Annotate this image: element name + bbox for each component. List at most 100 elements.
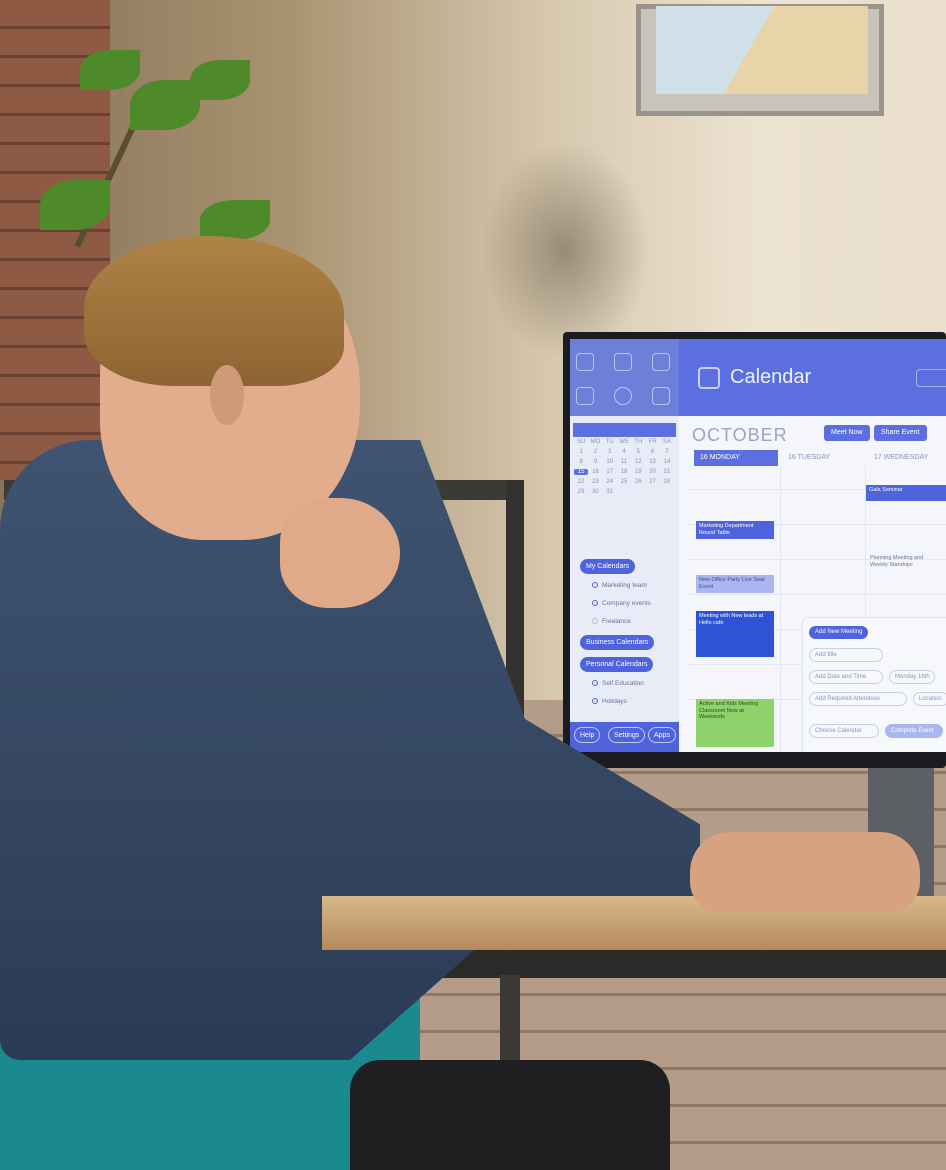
- bonsai-leaf: [200, 200, 270, 240]
- calendar-item-label: Marketing team: [602, 582, 647, 589]
- phone-icon[interactable]: [614, 387, 632, 405]
- mini-calendar-day[interactable]: 28: [660, 479, 674, 485]
- mini-calendar-day[interactable]: 1: [574, 449, 588, 455]
- add-new-meeting-button[interactable]: Add New Meeting: [809, 626, 869, 639]
- mini-calendar-day[interactable]: 10: [603, 459, 617, 465]
- mini-calendar-day[interactable]: 3: [603, 449, 617, 455]
- mini-calendar-day[interactable]: 15: [574, 469, 589, 475]
- calendar-item-self-education[interactable]: Self Education: [592, 680, 644, 687]
- help-button[interactable]: Help: [574, 727, 601, 743]
- share-event-button[interactable]: Share Event: [874, 425, 927, 441]
- mini-calendar-day[interactable]: 26: [631, 479, 645, 485]
- people-icon[interactable]: [614, 353, 632, 371]
- mini-calendar-day[interactable]: 27: [645, 479, 659, 485]
- calendar-item-freelance[interactable]: Freelance: [592, 618, 631, 625]
- message-icon[interactable]: [652, 387, 670, 405]
- mail-icon[interactable]: [576, 353, 594, 371]
- date-value[interactable]: Monday 16th: [889, 670, 935, 684]
- mini-calendar-day[interactable]: 17: [603, 469, 617, 475]
- weekday-label: SU: [576, 439, 586, 445]
- day-divider: [780, 466, 781, 752]
- event-planning[interactable]: Planning Meeting and Weekly Standups: [870, 555, 940, 569]
- mini-calendar-day[interactable]: 31: [603, 489, 617, 495]
- title-field[interactable]: Add title: [809, 648, 883, 662]
- mini-calendar-day[interactable]: 12: [631, 459, 645, 465]
- calendar-item-label: Company events: [602, 600, 651, 607]
- day-header-wednesday[interactable]: 17 WEDNESDAY: [868, 450, 946, 466]
- calendar-item-label: Holidays: [602, 698, 627, 705]
- mini-calendar-day[interactable]: 14: [660, 459, 674, 465]
- mini-calendar-day[interactable]: 30: [588, 489, 602, 495]
- event-new-leads[interactable]: Meeting with New leads at Hello cafe: [696, 611, 774, 657]
- hand-on-mouse: [690, 832, 920, 912]
- weekday-label: MO: [590, 439, 601, 445]
- mini-calendar-day[interactable]: 21: [660, 469, 674, 475]
- mini-calendar-day[interactable]: 11: [617, 459, 631, 465]
- mini-calendar-day[interactable]: 20: [645, 469, 659, 475]
- choose-calendar-button[interactable]: Choose Calendar: [809, 724, 879, 738]
- mini-calendar-day[interactable]: 4: [617, 449, 631, 455]
- attendees-field[interactable]: Add Required Attendees: [809, 692, 907, 706]
- month-title: OCTOBER: [692, 425, 788, 445]
- ear: [210, 365, 244, 425]
- mini-calendar-day[interactable]: 29: [574, 489, 588, 495]
- calendar-item-holidays[interactable]: Holidays: [592, 698, 627, 705]
- my-calendars-toggle[interactable]: My Calendars: [580, 559, 636, 574]
- event-office-party[interactable]: New Office Party Live Seat Event: [696, 575, 774, 593]
- mini-calendar-day[interactable]: 19: [631, 469, 645, 475]
- calendar-item-marketing[interactable]: Marketing team: [592, 582, 647, 589]
- radio-icon: [592, 582, 598, 589]
- mini-calendar[interactable]: SU MO TU WE TH FR SA 1 2 3 4 5 6 7 8 9 10 11 12 13 14 15 16 17 1…: [574, 439, 674, 495]
- weekday-label: SA: [662, 439, 671, 445]
- radio-icon: [592, 680, 598, 687]
- event-marketing[interactable]: Marketing Department Round Table: [696, 521, 774, 539]
- meet-now-button[interactable]: Meet Now: [824, 425, 870, 441]
- calendar-item-company[interactable]: Company events: [592, 600, 651, 607]
- weekday-label: FR: [648, 439, 657, 445]
- event-gala[interactable]: Gala Seminar: [866, 485, 946, 501]
- mini-calendar-day[interactable]: 16: [588, 469, 602, 475]
- picture-frame-art: [656, 6, 868, 94]
- new-meeting-form: Add New Meeting Add title Add Date and T…: [802, 617, 946, 752]
- chat-icon[interactable]: [576, 387, 594, 405]
- search-icon[interactable]: [916, 369, 946, 387]
- personal-calendars-toggle[interactable]: Personal Calendars: [580, 657, 654, 672]
- mini-calendar-day[interactable]: 22: [574, 479, 588, 485]
- radio-icon: [592, 600, 598, 607]
- mini-calendar-day[interactable]: 6: [645, 449, 659, 455]
- hour-line: [688, 594, 946, 595]
- weekday-label: TU: [605, 439, 614, 445]
- mini-calendar-day[interactable]: 2: [588, 449, 602, 455]
- mini-calendar-day[interactable]: 13: [645, 459, 659, 465]
- mini-calendar-day[interactable]: 5: [631, 449, 645, 455]
- photo-scene: Calendar SU MO TU WE TH FR SA 1 2 3 4 5 6 7 8 9 10 11 12 13…: [0, 0, 946, 1170]
- mini-calendar-day[interactable]: 25: [617, 479, 631, 485]
- trousers: [350, 1060, 670, 1170]
- business-calendars-toggle[interactable]: Business Calendars: [580, 635, 655, 650]
- mini-calendar-day[interactable]: 8: [574, 459, 588, 465]
- weekday-label: WE: [619, 439, 629, 445]
- calendar-item-label: Self Education: [602, 680, 644, 687]
- mini-calendar-day[interactable]: 7: [660, 449, 674, 455]
- complete-event-button[interactable]: Complete Event: [885, 724, 943, 738]
- apps-button[interactable]: Apps: [648, 727, 676, 743]
- day-header-monday[interactable]: 16 MONDAY: [694, 450, 778, 466]
- hair: [84, 236, 344, 386]
- calendar-screen: Calendar SU MO TU WE TH FR SA 1 2 3 4 5 6 7 8 9 10 11 12 13…: [570, 339, 946, 752]
- settings-button[interactable]: Settings: [608, 727, 646, 743]
- mini-calendar-day[interactable]: 24: [603, 479, 617, 485]
- date-time-field[interactable]: Add Date and Time: [809, 670, 883, 684]
- mini-calendar-day[interactable]: 9: [588, 459, 602, 465]
- event-active-kids[interactable]: Active and Kids Meeting Classroom Now at…: [696, 699, 774, 747]
- location-field[interactable]: Location: [913, 692, 946, 706]
- bonsai-leaf: [190, 60, 250, 100]
- plant-shadow: [480, 140, 650, 360]
- bonsai-leaf: [40, 180, 110, 230]
- radio-icon: [592, 618, 598, 625]
- day-header-tuesday[interactable]: 16 TUESDAY: [782, 450, 862, 466]
- bonsai-leaf: [80, 50, 140, 90]
- mini-calendar-day[interactable]: 23: [588, 479, 602, 485]
- radio-icon: [592, 698, 598, 705]
- attachment-icon[interactable]: [652, 353, 670, 371]
- mini-calendar-day[interactable]: 18: [617, 469, 631, 475]
